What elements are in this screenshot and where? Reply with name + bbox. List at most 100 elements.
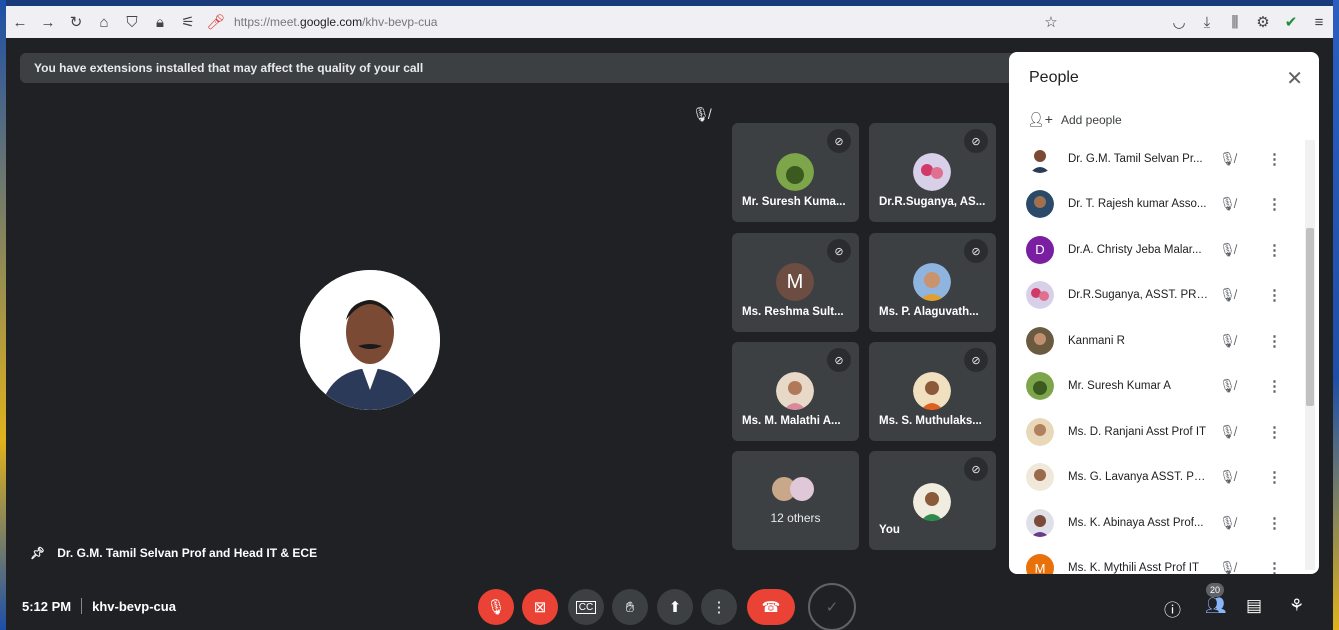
more-vert-icon[interactable]: ⋮ xyxy=(1267,286,1282,304)
more-vert-icon[interactable]: ⋮ xyxy=(1267,241,1282,259)
panel-title: People xyxy=(1029,69,1079,86)
mic-off-icon: 🎙︎̸ xyxy=(1219,423,1236,439)
reload-icon[interactable]: ↻ xyxy=(62,8,90,36)
desktop-frame-right xyxy=(1333,0,1339,630)
participant-tile[interactable]: ⊘ Mr. Suresh Kuma... xyxy=(732,123,859,222)
mic-permission-icon[interactable]: 🎤︎ xyxy=(202,8,230,36)
home-icon[interactable]: ⌂ xyxy=(90,8,118,36)
bookmark-star-icon[interactable]: ☆ xyxy=(1037,8,1065,36)
captions-icon: CC xyxy=(575,600,597,614)
present-screen-icon: ⬆ xyxy=(668,599,682,616)
mic-off-icon: 🎙︎̸ xyxy=(1219,560,1236,574)
participant-name: Ms. G. Lavanya ASST. PR... xyxy=(1068,471,1210,484)
list-item[interactable]: Kanmani R 🎙︎̸ ⋮ xyxy=(1009,318,1305,364)
pocket-icon[interactable]: ◡ xyxy=(1165,8,1193,36)
menu-icon[interactable]: ≡ xyxy=(1305,8,1333,36)
participant-tile[interactable]: ⊘ Ms. S. Muthulaks... xyxy=(869,342,996,441)
participant-avatar xyxy=(913,263,951,301)
participant-tile[interactable]: ⊘ Ms. M. Malathi A... xyxy=(732,342,859,441)
more-vert-icon[interactable]: ⋮ xyxy=(1267,423,1282,441)
lock-icon[interactable]: 🔒︎ xyxy=(146,8,174,36)
chat-icon[interactable]: ▤ xyxy=(1246,596,1262,616)
extension-icon[interactable]: ⚙ xyxy=(1249,8,1277,36)
list-item[interactable]: D Dr.A. Christy Jeba Malar... 🎙︎̸ ⋮ xyxy=(1009,227,1305,273)
browser-toolbar: ← → ↻ ⌂ ⛉ 🔒︎ ⚟ 🎤︎ https://meet.google.co… xyxy=(6,6,1333,38)
pinned-speaker: 📌︎ Dr. G.M. Tamil Selvan Prof and Head I… xyxy=(30,546,317,560)
back-icon[interactable]: ← xyxy=(6,8,34,36)
meeting-details: 5:12 PM khv-bevp-cua xyxy=(22,598,176,614)
leave-call-button[interactable]: ☎︎ xyxy=(747,589,795,625)
camera-toggle-button[interactable]: ⊠ xyxy=(522,589,558,625)
more-vert-icon[interactable]: ⋮ xyxy=(1267,377,1282,395)
forward-icon[interactable]: → xyxy=(34,8,62,36)
participant-letter-avatar: M xyxy=(1026,554,1054,574)
add-people-button[interactable]: 👤︎+ Add people xyxy=(1027,111,1122,128)
mic-off-icon: 🎙︎ xyxy=(486,599,506,616)
list-item[interactable]: Ms. K. Abinaya Asst Prof... 🎙︎̸ ⋮ xyxy=(1009,500,1305,546)
meeting-time: 5:12 PM xyxy=(22,598,72,614)
captions-button[interactable]: CC xyxy=(568,589,604,625)
participant-name: Ms. M. Malathi A... xyxy=(742,415,841,427)
mic-off-icon: 🎙︎̸ xyxy=(1219,287,1236,303)
more-options-button[interactable]: ⋮ xyxy=(701,589,737,625)
meet-stage: You have extensions installed that may a… xyxy=(6,38,1333,630)
list-item[interactable]: Dr. T. Rajesh kumar Asso... 🎙︎̸ ⋮ xyxy=(1009,182,1305,228)
present-button[interactable]: ⬆ xyxy=(657,589,693,625)
mic-off-icon: ⊘ xyxy=(964,129,988,153)
participant-tile[interactable]: ⊘ M Ms. Reshma Sult... xyxy=(732,233,859,332)
status-check-button[interactable]: ✓ xyxy=(808,583,856,630)
others-tile[interactable]: 12 others xyxy=(732,451,859,550)
more-vert-icon[interactable]: ⋮ xyxy=(1267,468,1282,486)
participant-name: Dr. G.M. Tamil Selvan Pr... xyxy=(1068,152,1203,165)
participant-name: Dr. T. Rajesh kumar Asso... xyxy=(1068,198,1207,211)
list-item[interactable]: Ms. D. Ranjani Asst Prof IT 🎙︎̸ ⋮ xyxy=(1009,409,1305,455)
more-vert-icon[interactable]: ⋮ xyxy=(1267,195,1282,213)
scrollbar-thumb[interactable] xyxy=(1306,228,1314,406)
list-item[interactable]: Ms. G. Lavanya ASST. PR... 🎙︎̸ ⋮ xyxy=(1009,455,1305,501)
more-vert-icon[interactable]: ⋮ xyxy=(1267,332,1282,350)
participant-tile[interactable]: ⊘ Dr.R.Suganya, AS... xyxy=(869,123,996,222)
participant-avatar xyxy=(1026,326,1054,355)
participant-name: Kanmani R xyxy=(1068,334,1125,347)
shield-icon[interactable]: ⛉ xyxy=(118,8,146,36)
mic-off-icon: ⊘ xyxy=(964,348,988,372)
permissions-icon[interactable]: ⚟ xyxy=(174,8,202,36)
people-icon[interactable]: 👥︎ xyxy=(1205,596,1227,616)
more-vert-icon[interactable]: ⋮ xyxy=(1267,150,1282,168)
participant-name: Mr. Suresh Kuma... xyxy=(742,196,846,208)
self-label: You xyxy=(879,524,900,536)
pinned-speaker-name: Dr. G.M. Tamil Selvan Prof and Head IT &… xyxy=(57,546,318,560)
list-item[interactable]: Mr. Suresh Kumar A 🎙︎̸ ⋮ xyxy=(1009,364,1305,410)
self-tile[interactable]: ⊘ You xyxy=(869,451,996,550)
participant-name: Ms. K. Mythili Asst Prof IT xyxy=(1068,562,1199,574)
mic-off-icon: ⊘ xyxy=(827,129,851,153)
participant-name: Dr.R.Suganya, AS... xyxy=(879,196,986,208)
check-icon: ✓ xyxy=(825,599,839,616)
list-item[interactable]: M Ms. K. Mythili Asst Prof IT 🎙︎̸ ⋮ xyxy=(1009,546,1305,574)
checkmark-extension-icon[interactable]: ✔ xyxy=(1277,8,1305,36)
list-item[interactable]: Dr. G.M. Tamil Selvan Pr... 🎙︎̸ ⋮ xyxy=(1009,136,1305,182)
participant-avatar xyxy=(1026,144,1054,173)
others-avatar-stack xyxy=(772,477,822,501)
mic-toggle-button[interactable]: 🎙︎ xyxy=(478,589,514,625)
library-icon[interactable]: ⫼ xyxy=(1221,8,1249,36)
close-icon[interactable]: ✕ xyxy=(1286,66,1303,91)
mic-off-icon: 🎙︎̸ xyxy=(1219,241,1236,257)
list-item[interactable]: Dr.R.Suganya, ASST. PROF 🎙︎̸ ⋮ xyxy=(1009,273,1305,319)
participant-name: Ms. D. Ranjani Asst Prof IT xyxy=(1068,425,1207,438)
activities-icon[interactable]: ⚘ xyxy=(1289,596,1304,616)
raise-hand-button[interactable]: ✋︎ xyxy=(612,589,648,625)
more-vert-icon[interactable]: ⋮ xyxy=(1267,559,1282,574)
participant-name: Ms. P. Alaguvath... xyxy=(879,306,979,318)
main-mic-off-icon: 🎙︎̸ xyxy=(692,106,710,122)
more-vert-icon[interactable]: ⋮ xyxy=(1267,514,1282,532)
mic-off-icon: 🎙︎̸ xyxy=(1219,378,1236,394)
info-icon[interactable]: ⓘ xyxy=(1164,596,1181,621)
url-bar[interactable]: https://meet.google.com/khv-bevp-cua xyxy=(234,15,437,29)
mic-off-icon: ⊘ xyxy=(964,239,988,263)
download-icon[interactable]: ⤓ xyxy=(1193,8,1221,36)
people-count-badge: 20 xyxy=(1206,583,1224,597)
mic-off-icon: ⊘ xyxy=(827,239,851,263)
participant-tile[interactable]: ⊘ Ms. P. Alaguvath... xyxy=(869,233,996,332)
pin-icon[interactable]: 📌︎ xyxy=(30,546,45,560)
